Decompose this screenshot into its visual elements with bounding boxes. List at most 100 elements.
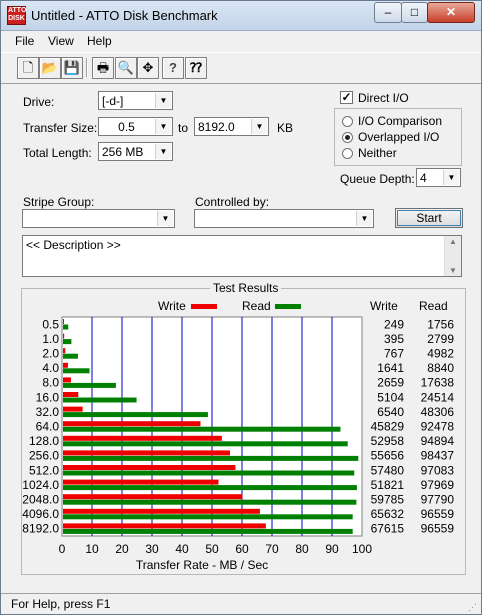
drive-label: Drive: [23,95,55,109]
open-folder-icon[interactable]: 📂 [39,57,61,79]
chevron-down-icon[interactable]: ▼ [155,93,171,108]
print-icon[interactable]: 🖶 [92,57,114,79]
close-button[interactable]: ✕ [427,2,475,23]
description-scrollbar[interactable]: ▲ ▼ [444,236,461,276]
total-length-label: Total Length: [23,146,92,160]
context-help-icon[interactable]: ⁇ [185,57,207,79]
transfer-rate-chart: 0.51.02.04.08.016.032.064.0128.0256.0512… [22,316,455,572]
title-bar: ATTO DISK Untitled - ATTO Disk Benchmark … [1,1,481,31]
print-preview-icon[interactable]: 🔍 [115,57,137,79]
read-value: 1756 [427,317,454,331]
write-bar [63,479,219,485]
stripe-group-select[interactable]: ▼ [22,209,175,228]
read-bar [63,470,355,476]
new-file-icon[interactable]: 🗋 [17,57,39,79]
minimize-button[interactable]: – [374,2,402,23]
x-tick-label: 80 [295,542,309,556]
queue-depth-label: Queue Depth: [340,172,415,186]
x-tick-label: 60 [235,542,249,556]
scroll-down-icon[interactable]: ▼ [445,266,461,275]
toolbar: 🗋 📂 💾 🖶 🔍 ✥ ? ⁇ [1,52,481,84]
neither-label: Neither [358,146,397,160]
controlled-by-select[interactable]: ▼ [194,209,374,228]
write-value: 1641 [377,361,404,375]
start-button[interactable]: Start [395,208,463,228]
x-tick-label: 0 [59,542,66,556]
read-value: 97083 [421,463,455,477]
write-value: 45829 [371,420,405,434]
write-bar [63,421,201,427]
chevron-down-icon[interactable]: ▼ [155,119,171,134]
chevron-down-icon[interactable]: ▼ [157,211,173,226]
read-value: 96559 [421,507,455,521]
total-length-select[interactable]: 256 MB ▼ [98,142,173,161]
status-bar: For Help, press F1 ⋰ [1,593,481,615]
direct-io-label: Direct I/O [358,91,409,105]
read-bar [63,528,353,534]
x-tick-label: 40 [175,542,189,556]
transfer-size-to-select[interactable]: 8192.0 ▼ [194,117,269,136]
write-value: 51821 [371,478,405,492]
write-bar [63,508,260,514]
read-value: 48306 [421,405,455,419]
write-value: 395 [384,332,404,346]
write-value: 59785 [371,493,405,507]
stripe-group-label: Stripe Group: [23,195,95,209]
read-value: 17638 [421,376,455,390]
app-window: ATTO DISK Untitled - ATTO Disk Benchmark … [0,0,482,615]
menu-help[interactable]: Help [87,34,112,48]
queue-depth-select[interactable]: 4 ▼ [416,168,461,187]
x-tick-label: 100 [352,542,372,556]
direct-io-checkbox[interactable]: ✓ [340,91,353,104]
overlapped-io-radio[interactable] [342,132,353,143]
read-bar [63,397,137,403]
read-value: 24514 [421,390,455,404]
chevron-down-icon[interactable]: ▼ [356,211,372,226]
read-value: 8840 [427,361,454,375]
help-icon[interactable]: ? [162,57,184,79]
write-value: 65632 [371,507,405,521]
write-bar [63,319,64,324]
transfer-size-from-select[interactable]: 0.5 ▼ [98,117,173,136]
io-mode-group: I/O Comparison Overlapped I/O Neither [334,108,462,166]
read-value: 97790 [421,493,455,507]
read-value: 2799 [427,332,454,346]
save-icon[interactable]: 💾 [61,57,83,79]
write-value: 55656 [371,449,405,463]
read-value: 96559 [421,522,455,536]
chevron-down-icon[interactable]: ▼ [155,144,171,159]
io-comparison-radio[interactable] [342,116,353,127]
read-bar [63,412,208,418]
neither-radio[interactable] [342,148,353,159]
read-bar [63,324,69,330]
description-text: << Description >> [26,238,121,252]
move-icon[interactable]: ✥ [137,57,159,79]
drive-select[interactable]: [-d-] ▼ [98,91,173,110]
write-bar [63,406,83,412]
description-textarea[interactable]: << Description >> ▲ ▼ [22,235,462,277]
read-bar [63,455,359,461]
menu-view[interactable]: View [48,34,74,48]
read-bar [63,485,357,491]
transfer-size-unit: KB [277,121,294,135]
write-value: 6540 [377,405,404,419]
write-bar [63,377,71,383]
menu-file[interactable]: File [15,34,34,48]
y-tick-label: 32.0 [36,405,60,419]
read-bar [63,441,348,447]
maximize-button[interactable]: □ [401,2,428,23]
y-tick-label: 2.0 [42,347,59,361]
resize-grip-icon[interactable]: ⋰ [468,602,477,613]
chevron-down-icon[interactable]: ▼ [443,170,459,185]
read-value: 4982 [427,347,454,361]
scroll-up-icon[interactable]: ▲ [445,237,461,246]
y-tick-label: 4096.0 [22,507,59,521]
y-tick-label: 256.0 [29,449,59,463]
y-tick-label: 1024.0 [22,478,59,492]
total-length-value: 256 MB [102,145,144,159]
write-value: 57480 [371,463,405,477]
chevron-down-icon[interactable]: ▼ [251,119,267,134]
read-value: 97969 [421,478,455,492]
toolbar-separator [86,58,88,77]
write-value: 52958 [371,434,405,448]
